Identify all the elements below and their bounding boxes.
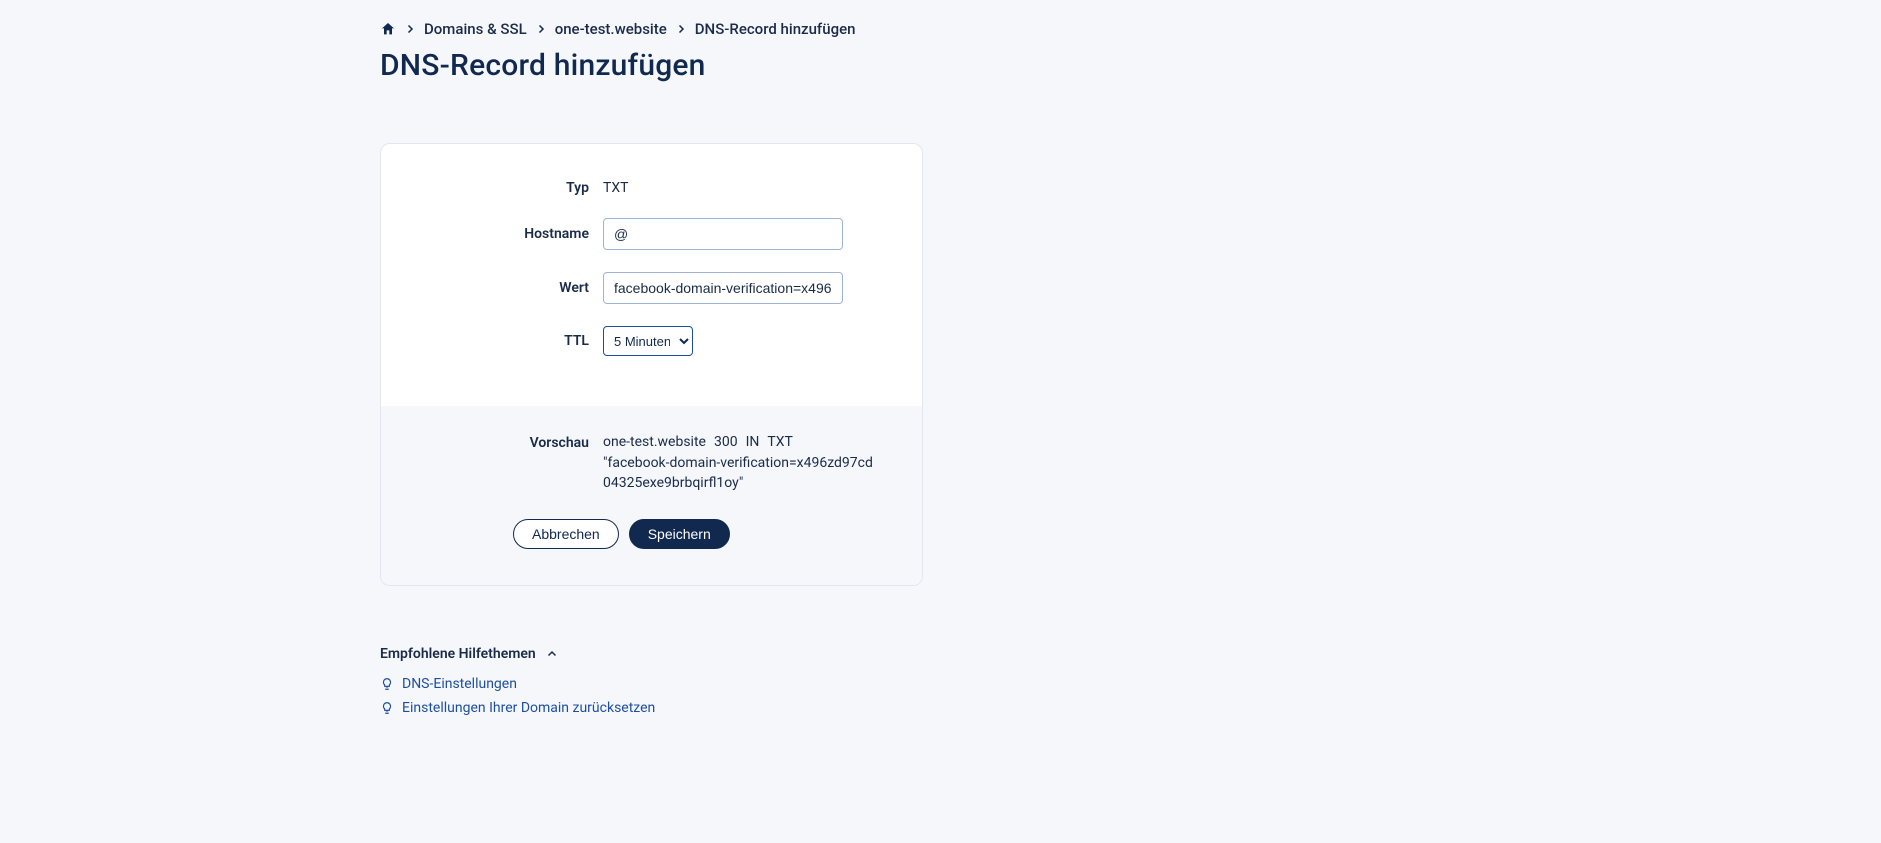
chevron-right-icon	[535, 23, 547, 35]
breadcrumb: Domains & SSL one-test.website DNS-Recor…	[380, 20, 1330, 38]
help-header-toggle[interactable]: Empfohlene Hilfethemen	[380, 646, 1330, 662]
chevron-right-icon	[675, 23, 687, 35]
form-actions: Abbrechen Speichern	[421, 519, 882, 549]
help-link-reset-domain[interactable]: Einstellungen Ihrer Domain zurücksetzen	[380, 700, 1330, 716]
type-label: Typ	[421, 180, 603, 196]
type-value: TXT	[603, 180, 882, 196]
help-link-dns-settings[interactable]: DNS-Einstellungen	[380, 676, 1330, 692]
breadcrumb-home[interactable]	[380, 21, 396, 37]
page-title: DNS-Record hinzufügen	[380, 48, 1330, 83]
help-header-label: Empfohlene Hilfethemen	[380, 646, 536, 662]
preview-label: Vorschau	[421, 434, 603, 451]
value-label: Wert	[421, 280, 603, 296]
chevron-right-icon	[404, 23, 416, 35]
breadcrumb-current[interactable]: DNS-Record hinzufügen	[695, 20, 856, 38]
dns-record-form-card: Typ TXT Hostname Wert TTL	[380, 143, 923, 586]
breadcrumb-domain-name[interactable]: one-test.website	[555, 20, 667, 38]
ttl-select[interactable]: 5 Minuten	[603, 326, 693, 356]
ttl-label: TTL	[421, 333, 603, 349]
lightbulb-icon	[380, 677, 394, 691]
cancel-button[interactable]: Abbrechen	[513, 519, 619, 549]
preview-ttl: 300	[714, 434, 738, 450]
help-link-label: DNS-Einstellungen	[402, 676, 517, 692]
hostname-label: Hostname	[421, 226, 603, 242]
preview-record-value: "facebook-domain-verification=x496zd97cd…	[603, 454, 873, 493]
lightbulb-icon	[380, 701, 394, 715]
help-section: Empfohlene Hilfethemen DNS-Einstellungen	[380, 646, 1330, 716]
help-link-label: Einstellungen Ihrer Domain zurücksetzen	[402, 700, 655, 716]
preview-record-line: one-test.website 300 IN TXT	[603, 434, 882, 450]
preview-class: IN	[746, 434, 760, 450]
preview-type: TXT	[767, 434, 792, 450]
value-input[interactable]	[603, 272, 843, 304]
chevron-up-icon	[546, 648, 558, 660]
hostname-input[interactable]	[603, 218, 843, 250]
breadcrumb-domains[interactable]: Domains & SSL	[424, 20, 527, 38]
preview-domain: one-test.website	[603, 434, 706, 450]
save-button[interactable]: Speichern	[629, 519, 730, 549]
